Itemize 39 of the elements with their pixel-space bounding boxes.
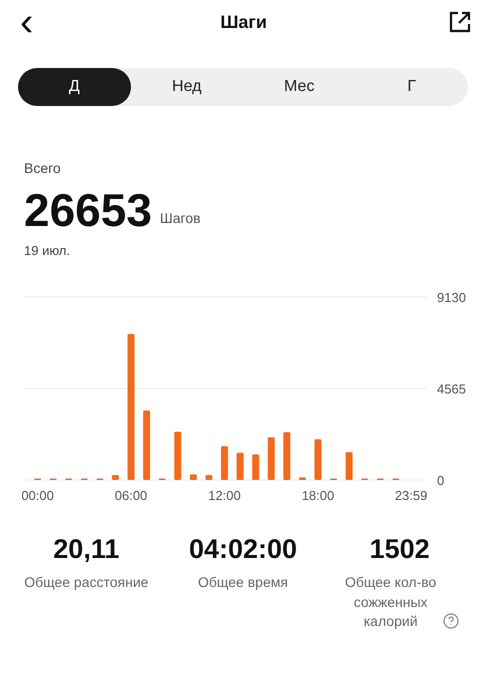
y-tick-label: 4565 [437, 381, 466, 396]
stat-value: 1502 [370, 532, 430, 566]
bar [190, 474, 197, 480]
x-tick-label: 00:00 [22, 488, 54, 502]
x-tick-label: 12:00 [208, 488, 241, 502]
y-tick-label: 9130 [437, 290, 466, 304]
stat-label: Общее кол-во сожженных калорий [344, 573, 438, 632]
steps-unit: Шагов [160, 209, 201, 228]
help-icon[interactable] [442, 612, 459, 629]
x-tick-label: 23:59 [394, 488, 428, 502]
stat-label: Общее время [198, 573, 288, 592]
period-tab[interactable]: Д [18, 68, 130, 106]
bar [298, 476, 306, 480]
back-button[interactable]: ‹ [14, 2, 40, 42]
bar [314, 438, 322, 480]
date-label: 19 июл. [24, 242, 71, 260]
bar [143, 410, 150, 480]
bar [236, 452, 244, 480]
period-tab[interactable]: Г [356, 68, 468, 106]
bar [112, 474, 119, 480]
stat-label: Общее расстояние [24, 573, 148, 592]
period-tab[interactable]: Нед [130, 68, 243, 106]
bar [205, 474, 212, 480]
x-tick-label: 06:00 [114, 488, 148, 502]
bar [346, 452, 353, 480]
total-caption: Всего [24, 159, 62, 178]
share-icon[interactable] [448, 10, 472, 34]
x-tick-label: 18:00 [302, 488, 334, 502]
y-tick-label: 0 [437, 472, 444, 488]
page-title: Шаги [220, 10, 267, 34]
bar [221, 446, 228, 480]
bar [268, 436, 275, 480]
bar [283, 432, 290, 480]
step-total: 26653 [24, 187, 152, 233]
stat-value: 04:02:00 [188, 532, 298, 566]
period-tab[interactable]: Мес [243, 68, 356, 106]
bar [252, 454, 260, 480]
bar [174, 431, 182, 480]
stat-value: 20,11 [53, 532, 120, 566]
